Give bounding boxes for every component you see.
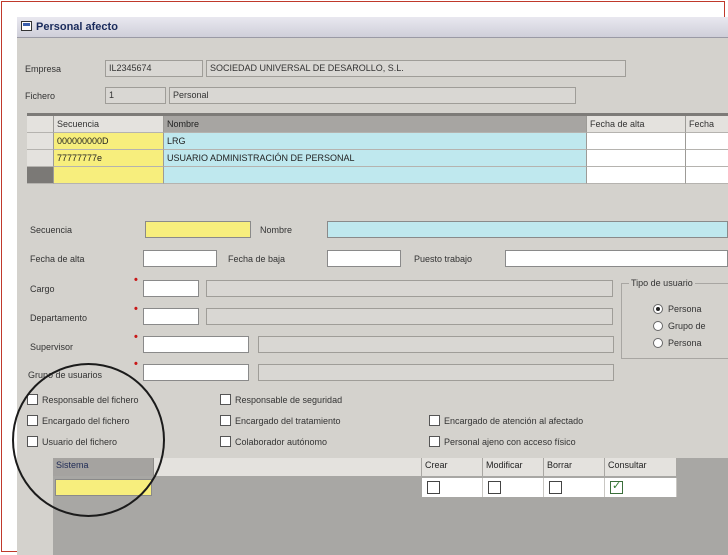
cargo-label: Cargo: [30, 284, 55, 294]
fichero-label: Fichero: [25, 91, 56, 101]
fichero-code-field[interactable]: 1: [105, 87, 166, 104]
crear-cell: [422, 478, 483, 497]
usuario-fichero-checkbox[interactable]: [27, 436, 38, 447]
col-header-crear[interactable]: Crear: [422, 458, 483, 476]
table-row-fecha-alta[interactable]: [587, 167, 686, 184]
table-row-fecha-alta[interactable]: [587, 133, 686, 150]
grupo-usuarios-label: Grupo de usuarios: [28, 370, 103, 380]
window-title: Personal afecto: [36, 21, 118, 33]
personal-ajeno-checkbox[interactable]: [429, 436, 440, 447]
departamento-description-field: [206, 308, 613, 325]
tipo-grupo-radio[interactable]: [653, 321, 663, 331]
col-header-sistema[interactable]: Sistema: [53, 458, 154, 476]
supervisor-description-field: [258, 336, 614, 353]
window-icon: [21, 21, 32, 31]
table-row-secuencia[interactable]: 77777777e: [54, 150, 164, 167]
empresa-label: Empresa: [25, 64, 62, 74]
table-row-fecha[interactable]: [686, 150, 728, 167]
tipo-persona-label: Persona: [668, 304, 702, 314]
tipo-persona2-radio[interactable]: [653, 338, 663, 348]
responsable-seguridad-checkbox[interactable]: [220, 394, 231, 405]
tipo-persona-radio[interactable]: [653, 304, 663, 314]
grid2-header-spacer: [154, 458, 422, 476]
fecha-baja-label: Fecha de baja: [228, 254, 286, 264]
responsable-fichero-label: Responsable del fichero: [42, 395, 139, 405]
crear-checkbox[interactable]: [427, 481, 440, 494]
modificar-cell: [483, 478, 544, 497]
encargado-tratamiento-checkbox[interactable]: [220, 415, 231, 426]
table-row-nombre[interactable]: LRG: [164, 133, 587, 150]
consultar-cell: [605, 478, 677, 497]
puesto-input[interactable]: [505, 250, 728, 267]
row-selector-current[interactable]: [27, 167, 54, 184]
required-marker: •: [134, 303, 138, 315]
tipo-grupo-label: Grupo de: [668, 321, 706, 331]
responsable-fichero-checkbox[interactable]: [27, 394, 38, 405]
encargado-tratamiento-label: Encargado del tratamiento: [235, 416, 341, 426]
supervisor-label: Supervisor: [30, 342, 74, 352]
col-header-borrar[interactable]: Borrar: [544, 458, 605, 476]
row-selector[interactable]: [27, 150, 54, 167]
table-row-nombre[interactable]: USUARIO ADMINISTRACIÓN DE PERSONAL: [164, 150, 587, 167]
cargo-code-input[interactable]: [143, 280, 199, 297]
usuario-fichero-label: Usuario del fichero: [42, 437, 118, 447]
grupo-description-field: [258, 364, 614, 381]
secuencia-label: Secuencia: [30, 225, 73, 235]
supervisor-code-input[interactable]: [143, 336, 249, 353]
consultar-checkbox[interactable]: [610, 479, 623, 494]
encargado-fichero-checkbox[interactable]: [27, 415, 38, 426]
grid-corner: [27, 116, 54, 133]
col-header-secuencia[interactable]: Secuencia: [54, 116, 164, 133]
nombre-input[interactable]: [327, 221, 728, 238]
sistema-input[interactable]: [55, 479, 152, 496]
colaborador-autonomo-checkbox[interactable]: [220, 436, 231, 447]
table-row-nombre[interactable]: [164, 167, 587, 184]
personal-ajeno-label: Personal ajeno con acceso físico: [444, 437, 576, 447]
col-header-nombre[interactable]: Nombre: [164, 116, 587, 133]
borrar-cell: [544, 478, 605, 497]
departamento-label: Departamento: [30, 313, 88, 323]
table-row-secuencia[interactable]: [54, 167, 164, 184]
encargado-fichero-label: Encargado del fichero: [42, 416, 130, 426]
table-row-fecha[interactable]: [686, 133, 728, 150]
row-selector[interactable]: [27, 133, 54, 150]
table-row-fecha-alta[interactable]: [587, 150, 686, 167]
col-header-fecha[interactable]: Fecha: [686, 116, 728, 133]
cargo-description-field: [206, 280, 613, 297]
fecha-alta-input[interactable]: [143, 250, 217, 267]
required-marker: •: [134, 331, 138, 343]
departamento-code-input[interactable]: [143, 308, 199, 325]
colaborador-autonomo-label: Colaborador autónomo: [235, 437, 328, 447]
personal-afecto-window: Personal afecto Empresa IL2345674 SOCIED…: [17, 17, 728, 555]
encargado-atencion-label: Encargado de atención al afectado: [444, 416, 584, 426]
grupo-code-input[interactable]: [143, 364, 249, 381]
modificar-checkbox[interactable]: [488, 481, 501, 494]
encargado-atencion-checkbox[interactable]: [429, 415, 440, 426]
responsable-seguridad-label: Responsable de seguridad: [235, 395, 343, 405]
tipo-persona2-label: Persona: [668, 338, 702, 348]
required-marker: •: [134, 358, 138, 370]
fichero-name-field[interactable]: Personal: [169, 87, 576, 104]
empresa-name-field[interactable]: SOCIEDAD UNIVERSAL DE DESAROLLO, S.L.: [206, 60, 626, 77]
col-header-modificar[interactable]: Modificar: [483, 458, 544, 476]
grid-empty-area: [27, 184, 728, 203]
col-header-fecha-alta[interactable]: Fecha de alta: [587, 116, 686, 133]
tipo-usuario-label: Tipo de usuario: [629, 278, 695, 288]
nombre-label: Nombre: [260, 225, 293, 235]
fecha-alta-label: Fecha de alta: [30, 254, 85, 264]
puesto-label: Puesto trabajo: [414, 254, 473, 264]
title-bar: Personal afecto: [17, 17, 728, 38]
col-header-consultar[interactable]: Consultar: [605, 458, 677, 476]
sistema-permissions-grid[interactable]: Sistema Crear Modificar Borrar Consultar: [53, 458, 728, 555]
secuencia-input[interactable]: [145, 221, 251, 238]
table-row-secuencia[interactable]: 000000000D: [54, 133, 164, 150]
table-row-fecha[interactable]: [686, 167, 728, 184]
personal-grid[interactable]: Secuencia Nombre Fecha de alta Fecha 000…: [27, 113, 728, 203]
required-marker: •: [134, 274, 138, 286]
fecha-baja-input[interactable]: [327, 250, 401, 267]
empresa-code-field[interactable]: IL2345674: [105, 60, 203, 77]
borrar-checkbox[interactable]: [549, 481, 562, 494]
